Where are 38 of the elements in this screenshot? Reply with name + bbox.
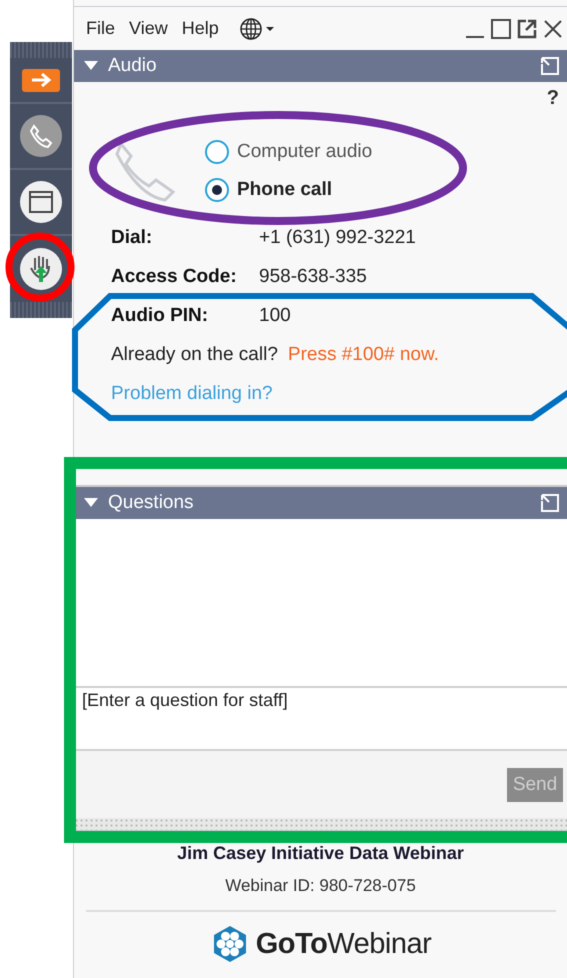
panel-title: Questions <box>108 492 194 514</box>
panel-header[interactable]: Audio <box>74 50 567 82</box>
grip-handle[interactable] <box>10 302 72 318</box>
collapse-icon[interactable] <box>84 61 98 71</box>
phone-icon <box>28 123 54 149</box>
menu-item[interactable]: Help <box>182 18 219 39</box>
raise-hand-button[interactable] <box>20 248 62 290</box>
phone-button[interactable] <box>20 115 62 157</box>
question-field[interactable]: [Enter a question for staff] <box>74 686 567 751</box>
call-instruction: Press #100# now. <box>288 344 439 366</box>
panel-title: Audio <box>108 55 157 77</box>
audio-option[interactable]: Phone call <box>205 178 372 202</box>
popout-icon[interactable] <box>517 18 537 38</box>
expand-icon[interactable] <box>541 494 559 512</box>
grip-handle[interactable] <box>10 42 72 58</box>
expand-icon[interactable] <box>541 57 559 75</box>
webinar-id: Webinar ID: 980-728-075 <box>225 876 416 896</box>
field-label: Dial: <box>111 226 154 248</box>
panel-header[interactable]: Questions <box>74 487 567 519</box>
field-label: Audio PIN: <box>111 304 210 326</box>
window-icon <box>29 191 53 213</box>
field-value: 100 <box>259 304 291 326</box>
field-value: +1 (631) 992-3221 <box>259 226 416 248</box>
arrow-button[interactable] <box>22 68 60 92</box>
call-prompt: Already on the call? <box>111 344 278 366</box>
help-icon[interactable]: ? <box>546 86 559 110</box>
menu-item[interactable]: View <box>129 18 168 39</box>
brand-name: GoToWebinar <box>256 928 432 960</box>
menu-item[interactable]: File <box>86 18 116 39</box>
audio-option[interactable]: Computer audio <box>205 140 372 164</box>
field-value: 958-638-335 <box>259 266 367 288</box>
close-icon[interactable] <box>543 18 563 38</box>
window-button[interactable] <box>20 181 62 223</box>
webinar-title: Jim Casey Initiative Data Webinar <box>177 843 464 864</box>
arrow-icon <box>30 72 52 88</box>
collapse-icon[interactable] <box>84 498 98 508</box>
field-label: Access Code: <box>111 266 238 288</box>
maximize-icon[interactable] <box>491 18 511 38</box>
